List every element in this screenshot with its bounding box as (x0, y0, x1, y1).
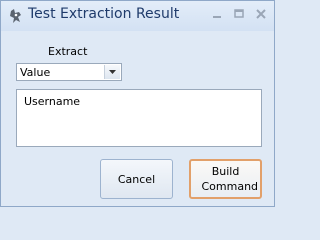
build-command-button[interactable]: Build Command (189, 159, 262, 199)
extract-select-value: Value (20, 66, 51, 79)
build-command-label: Build Command (201, 165, 259, 193)
minimize-icon[interactable] (210, 7, 224, 21)
extract-select[interactable]: Value (16, 63, 122, 81)
chevron-down-icon (109, 70, 116, 74)
title-bar[interactable]: Test Extraction Result (1, 1, 274, 31)
window-title: Test Extraction Result (28, 6, 180, 22)
result-text: Username (24, 95, 81, 108)
close-icon[interactable] (254, 7, 268, 21)
result-textbox[interactable]: Username (16, 89, 262, 147)
app-icon (10, 9, 21, 23)
select-arrow-button[interactable] (104, 65, 120, 79)
extract-label: Extract (48, 45, 88, 58)
dialog-window: Test Extraction Result Extract Value Use… (0, 0, 275, 207)
maximize-icon[interactable] (232, 7, 246, 21)
cancel-button[interactable]: Cancel (100, 159, 173, 199)
